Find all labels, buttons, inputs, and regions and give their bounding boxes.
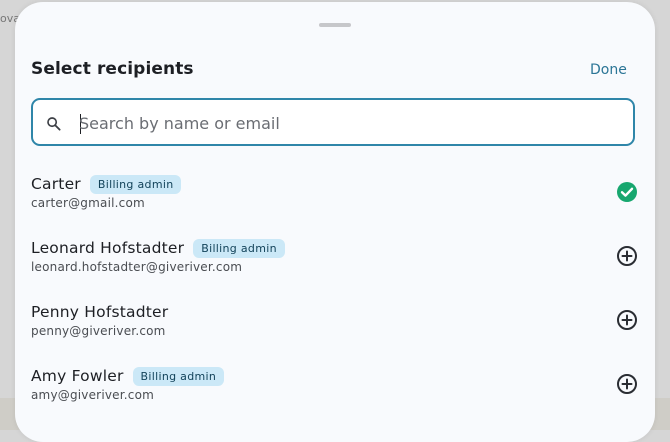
drag-handle[interactable] bbox=[319, 23, 351, 27]
recipient-row[interactable]: Penny Hofstadter penny@giveriver.com bbox=[15, 300, 655, 364]
recipients-bottom-sheet: Select recipients Done Carter Billing adm… bbox=[15, 2, 655, 442]
recipient-email: carter@gmail.com bbox=[31, 196, 145, 210]
recipient-name-line: Carter Billing admin bbox=[31, 172, 182, 196]
recipient-name-line: Leonard Hofstadter Billing admin bbox=[31, 236, 285, 260]
billing-admin-badge: Billing admin bbox=[193, 238, 285, 258]
add-circle-icon[interactable] bbox=[615, 308, 639, 332]
recipient-email: amy@giveriver.com bbox=[31, 388, 155, 402]
recipient-row[interactable]: Leonard Hofstadter Billing admin leonard.h… bbox=[15, 236, 655, 300]
search-icon bbox=[47, 117, 61, 131]
billing-admin-badge: Billing admin bbox=[132, 366, 225, 386]
recipient-row[interactable]: Amy Fowler Billing admin amy@giveriver.com bbox=[15, 364, 655, 428]
recipient-name: Amy Fowler bbox=[31, 367, 124, 385]
recipient-email: penny@giveriver.com bbox=[31, 324, 166, 338]
done-button[interactable]: Done bbox=[590, 62, 627, 78]
recipient-name-line: Amy Fowler Billing admin bbox=[31, 364, 225, 388]
recipient-row[interactable]: Carter Billing admin carter@gmail.com bbox=[15, 172, 655, 236]
search-input[interactable] bbox=[79, 111, 619, 135]
billing-admin-badge: Billing admin bbox=[89, 174, 182, 194]
check-circle-icon[interactable] bbox=[615, 180, 639, 204]
add-circle-icon[interactable] bbox=[615, 244, 639, 268]
sheet-title: Select recipients bbox=[31, 59, 194, 79]
recipient-name: Carter bbox=[31, 175, 81, 193]
recipient-name-line: Penny Hofstadter bbox=[31, 300, 168, 324]
search-field[interactable] bbox=[31, 98, 635, 146]
recipient-name: Penny Hofstadter bbox=[31, 303, 169, 321]
recipient-name: Leonard Hofstadter bbox=[31, 239, 185, 257]
add-circle-icon[interactable] bbox=[615, 372, 639, 396]
recipient-email: leonard.hofstadter@giveriver.com bbox=[31, 260, 243, 274]
